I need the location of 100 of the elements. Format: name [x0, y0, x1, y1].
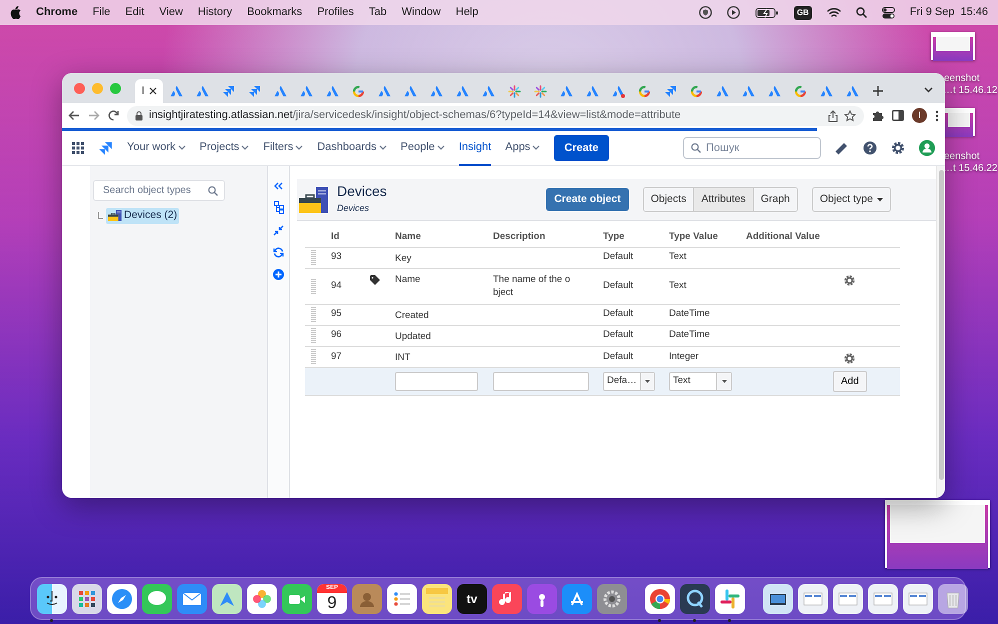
menu-item[interactable]: Edit	[125, 4, 144, 21]
menu-bar-time[interactable]: 15:46	[960, 4, 988, 21]
browser-tab[interactable]: I	[135, 79, 163, 103]
nav-menu-item[interactable]: Projects	[200, 130, 250, 166]
add-icon[interactable]	[273, 269, 284, 280]
tree-item[interactable]: Devices (2)	[106, 208, 180, 224]
type-select[interactable]: Defa…	[603, 372, 655, 391]
scrollbar[interactable]	[936, 166, 945, 498]
settings-icon[interactable]	[891, 141, 905, 155]
nav-menu-item[interactable]: People	[400, 130, 445, 166]
nav-menu-item[interactable]: Apps	[505, 130, 540, 166]
screenshot-preview[interactable]	[885, 500, 990, 568]
menu-item[interactable]: Help	[456, 4, 478, 21]
browser-icon[interactable]	[645, 584, 675, 614]
video-camera-icon[interactable]	[282, 584, 312, 614]
search-icon[interactable]	[856, 7, 867, 18]
nav-menu-item[interactable]: Insight	[458, 130, 492, 166]
table-cell: 96	[331, 329, 342, 340]
settings-icon[interactable]	[844, 353, 855, 364]
compass-icon[interactable]	[107, 584, 137, 614]
address-bar[interactable]: insightjiratesting.atlassian.net/jira/servicedesk/insight/object-schemas/6?typeId=14&view=list&mode=attribute	[127, 106, 864, 126]
menu-item[interactable]: Profiles	[317, 4, 354, 21]
apple-icon[interactable]	[10, 6, 21, 19]
create-button[interactable]: Create	[554, 134, 609, 162]
new-tab-icon[interactable]	[873, 86, 883, 96]
collapse-icon[interactable]	[274, 182, 283, 190]
table-cell: Key	[395, 252, 412, 264]
refresh-icon[interactable]	[273, 247, 284, 258]
profile-avatar[interactable]: I	[912, 108, 927, 123]
search-field[interactable]: Search object types	[93, 180, 225, 201]
column-header: Name	[395, 231, 421, 242]
screenshot-thumbnail[interactable]	[931, 32, 975, 60]
app-switcher-icon[interactable]	[72, 142, 84, 154]
menu-item[interactable]: Bookmarks	[247, 4, 302, 21]
back-arrow-icon[interactable]	[68, 110, 80, 121]
settings-icon[interactable]	[844, 275, 855, 286]
name-input[interactable]	[395, 372, 478, 391]
drag-handle[interactable]	[311, 349, 316, 364]
window-thumbnail-icon[interactable]	[868, 584, 898, 614]
menu-item[interactable]: History	[198, 4, 232, 21]
envelope-icon[interactable]	[177, 584, 207, 614]
folder-window-icon[interactable]	[763, 584, 793, 614]
grid-icon[interactable]	[72, 584, 102, 614]
hash-icon[interactable]	[715, 584, 745, 614]
help-icon[interactable]	[863, 141, 877, 155]
drag-handle[interactable]	[311, 278, 316, 294]
view-toggle-button[interactable]: Graph	[752, 188, 797, 212]
drag-handle[interactable]	[311, 250, 316, 265]
app-store-icon[interactable]	[562, 584, 592, 614]
more-options-icon[interactable]	[935, 110, 939, 122]
window-thumbnail-icon[interactable]	[798, 584, 828, 614]
screenshot-thumbnail[interactable]	[943, 108, 975, 136]
star-icon[interactable]	[844, 110, 856, 122]
nav-menu-item[interactable]: Your work	[127, 130, 186, 166]
flower-icon[interactable]	[247, 584, 277, 614]
play-icon[interactable]	[726, 6, 740, 19]
podcast-icon[interactable]	[527, 584, 557, 614]
side-panel-icon[interactable]	[892, 110, 904, 121]
toggles-icon[interactable]	[882, 6, 895, 18]
gear-icon[interactable]	[597, 584, 627, 614]
wifi-icon[interactable]	[826, 7, 841, 18]
music-note-icon[interactable]	[492, 584, 522, 614]
shield-icon[interactable]	[698, 6, 712, 19]
close-icon[interactable]	[148, 87, 157, 95]
speech-bubble-icon[interactable]	[142, 584, 172, 614]
notepad-icon[interactable]	[422, 584, 452, 614]
nav-menu-item[interactable]: Filters	[263, 130, 304, 166]
menu-bar-date[interactable]: Fri 9 Sep	[910, 4, 954, 21]
description-input[interactable]	[493, 372, 589, 391]
menu-item[interactable]: Window	[402, 4, 441, 21]
compress-icon[interactable]	[273, 225, 284, 236]
checklist-icon[interactable]	[387, 584, 417, 614]
share-icon[interactable]	[828, 110, 838, 122]
create-object-button[interactable]: Create object	[546, 188, 629, 212]
object-type-dropdown[interactable]: Object type	[812, 186, 891, 212]
menu-item[interactable]: Tab	[368, 4, 387, 21]
face-icon[interactable]	[37, 584, 67, 614]
menu-item[interactable]: View	[159, 4, 183, 21]
drag-handle[interactable]	[311, 328, 316, 343]
drag-handle[interactable]	[311, 307, 316, 322]
user-avatar-icon[interactable]	[919, 140, 935, 156]
menu-item[interactable]: File	[92, 4, 110, 21]
chevron-down-icon[interactable]	[924, 87, 933, 93]
jira-logo[interactable]	[98, 140, 113, 156]
nav-menu-item[interactable]: Dashboards	[317, 130, 387, 166]
puzzle-piece-icon[interactable]	[872, 110, 884, 122]
search-field[interactable]: Пошук	[683, 137, 821, 159]
input-source-indicator[interactable]: GB	[794, 6, 812, 20]
map-icon[interactable]	[212, 584, 242, 614]
window-thumbnail-icon[interactable]	[833, 584, 863, 614]
trash-icon[interactable]	[938, 584, 968, 614]
video-player-icon[interactable]	[680, 584, 710, 614]
add-button[interactable]: Add	[833, 370, 867, 392]
window-thumbnail-icon[interactable]	[903, 584, 933, 614]
type-value-select[interactable]: Text	[669, 372, 732, 391]
tv-icon[interactable]: tv	[457, 584, 487, 614]
view-toggle-button[interactable]: Attributes	[693, 188, 753, 212]
app-menu[interactable]: Chrome	[36, 4, 78, 21]
reload-icon[interactable]	[108, 110, 119, 121]
hierarchy-icon[interactable]	[274, 201, 284, 214]
